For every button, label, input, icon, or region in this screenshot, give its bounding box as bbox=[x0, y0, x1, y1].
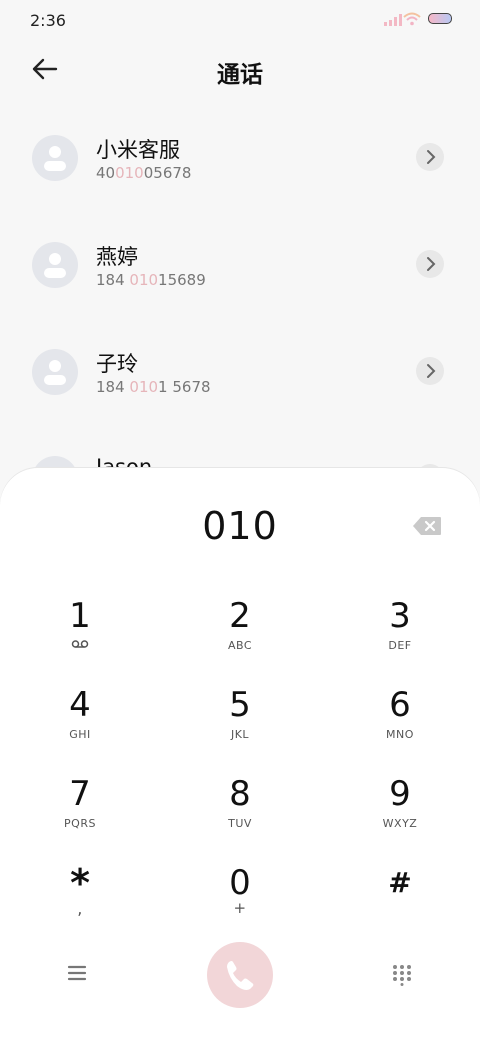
detail-button[interactable] bbox=[416, 143, 444, 171]
key-0[interactable]: 0 + bbox=[180, 863, 300, 933]
call-button[interactable] bbox=[207, 942, 273, 1008]
page-title: 通话 bbox=[217, 62, 263, 88]
key-star[interactable]: *, bbox=[20, 863, 140, 933]
contact-name: 燕婷 bbox=[96, 245, 138, 269]
contact-number: 184 01015689 bbox=[96, 271, 206, 289]
backspace-icon[interactable] bbox=[412, 516, 442, 536]
contact-name: 子玲 bbox=[96, 352, 138, 376]
avatar bbox=[32, 242, 78, 288]
wifi-icon bbox=[403, 12, 421, 26]
signal-icon bbox=[384, 14, 402, 26]
chevron-right-icon bbox=[427, 150, 436, 164]
contact-item[interactable]: 燕婷 184 01015689 bbox=[0, 217, 480, 317]
status-time: 2:36 bbox=[30, 11, 66, 30]
key-5[interactable]: 5 JKL bbox=[180, 685, 300, 755]
phone-icon bbox=[227, 961, 254, 990]
key-6[interactable]: 6 MNO bbox=[340, 685, 460, 755]
key-3[interactable]: 3 DEF bbox=[340, 596, 460, 666]
key-9[interactable]: 9 WXYZ bbox=[340, 774, 460, 844]
header: 通话 bbox=[0, 48, 480, 92]
person-icon bbox=[44, 360, 66, 385]
key-hash[interactable]: # bbox=[340, 863, 460, 933]
key-4[interactable]: 4 GHI bbox=[20, 685, 140, 755]
voicemail-icon bbox=[71, 640, 89, 648]
dial-input[interactable]: 010 bbox=[0, 504, 480, 548]
key-8[interactable]: 8 TUV bbox=[180, 774, 300, 844]
person-icon bbox=[44, 253, 66, 278]
avatar bbox=[32, 135, 78, 181]
key-1[interactable]: 1 bbox=[20, 596, 140, 666]
avatar bbox=[32, 349, 78, 395]
detail-button[interactable] bbox=[416, 250, 444, 278]
menu-icon[interactable] bbox=[66, 964, 88, 982]
contact-number: 184 0101 5678 bbox=[96, 378, 211, 396]
chevron-right-icon bbox=[427, 364, 436, 378]
person-icon bbox=[44, 146, 66, 171]
battery-icon bbox=[428, 13, 452, 24]
key-2[interactable]: 2 ABC bbox=[180, 596, 300, 666]
status-bar: 2:36 bbox=[0, 0, 480, 40]
dialer-panel: 010 1 2 ABC 3 DEF 4 GHI 5 JKL 6 MNO 7 PQRS 8 TU… bbox=[0, 468, 480, 1040]
chevron-right-icon bbox=[427, 257, 436, 271]
contact-item[interactable]: 子玲 184 0101 5678 bbox=[0, 324, 480, 424]
dialpad-icon[interactable] bbox=[392, 964, 412, 986]
detail-button[interactable] bbox=[416, 357, 444, 385]
contact-item[interactable]: 小米客服 4001005678 bbox=[0, 110, 480, 210]
key-7[interactable]: 7 PQRS bbox=[20, 774, 140, 844]
contact-name: 小米客服 bbox=[96, 138, 180, 162]
contact-number: 4001005678 bbox=[96, 164, 192, 182]
